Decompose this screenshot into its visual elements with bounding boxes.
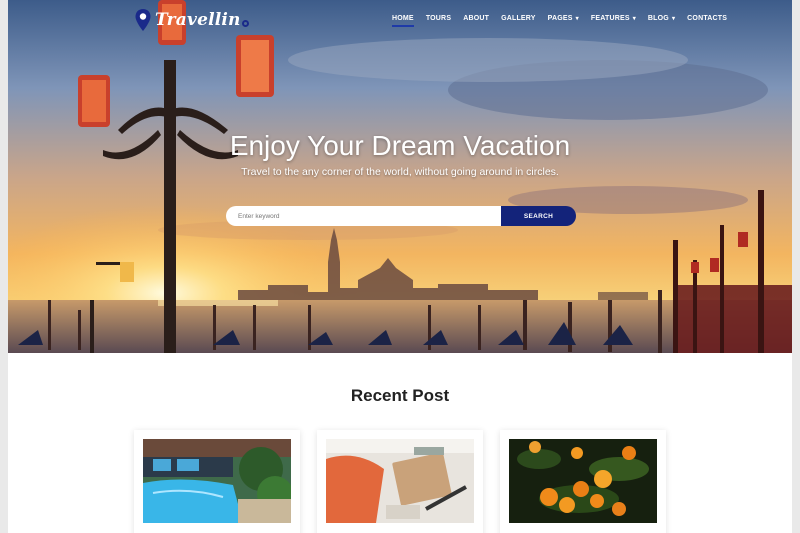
nav-item-home[interactable]: HOME [392, 15, 414, 27]
hero-subtitle: Travel to the any corner of the world, w… [241, 166, 559, 178]
nav-item-label: PAGES [547, 15, 573, 22]
nav-item-blog[interactable]: BLOG ▾ [648, 15, 675, 22]
nav-item-label: FEATURES [590, 15, 630, 22]
nav-item-gallery[interactable]: GALLERY [501, 15, 536, 22]
chevron-down-icon: ▾ [575, 16, 579, 22]
orange-tree-image[interactable] [509, 439, 657, 523]
nav-item-label: BLOG [647, 15, 669, 22]
map-pin-icon [135, 9, 151, 31]
nav-item-label: HOME [392, 15, 414, 22]
nav-item-about[interactable]: ABOUT [463, 15, 489, 22]
desk-workspace-image[interactable] [326, 439, 474, 523]
brand-name: Travellin [155, 10, 241, 30]
chevron-down-icon: ▾ [671, 16, 676, 22]
search-input[interactable] [226, 206, 501, 226]
site-logo[interactable]: Travellin [134, 7, 249, 33]
main-nav: HOME TOURS ABOUT GALLERY PAGES ▾ FEATURES… [392, 15, 739, 27]
nav-item-features[interactable]: FEATURES ▾ [591, 15, 636, 22]
search-form: SEARCH [226, 206, 576, 226]
nav-item-pages[interactable]: PAGES ▾ [548, 15, 579, 22]
hero-title: Enjoy Your Dream Vacation [229, 130, 571, 161]
post-card[interactable] [500, 430, 666, 533]
search-button[interactable]: SEARCH [501, 206, 576, 226]
hero-section: Travellin HOME TOURS ABOUT GALLERY PAGES… [8, 0, 792, 353]
recent-post-list [134, 430, 683, 533]
post-card[interactable] [134, 430, 300, 533]
post-card[interactable] [317, 430, 483, 533]
nav-item-tours[interactable]: TOURS [426, 15, 451, 22]
nav-item-label: CONTACTS [687, 15, 728, 22]
recent-post-heading: Recent Post [350, 386, 450, 405]
nav-item-contacts[interactable]: CONTACTS [687, 15, 727, 22]
logo-dot-icon [241, 19, 249, 27]
nav-item-label: GALLERY [501, 15, 536, 22]
nav-item-label: TOURS [425, 15, 452, 22]
resort-pool-image[interactable] [143, 439, 291, 523]
browser-viewport: Travellin HOME TOURS ABOUT GALLERY PAGES… [8, 0, 792, 533]
nav-item-label: ABOUT [463, 15, 490, 22]
chevron-down-icon: ▾ [632, 16, 636, 22]
